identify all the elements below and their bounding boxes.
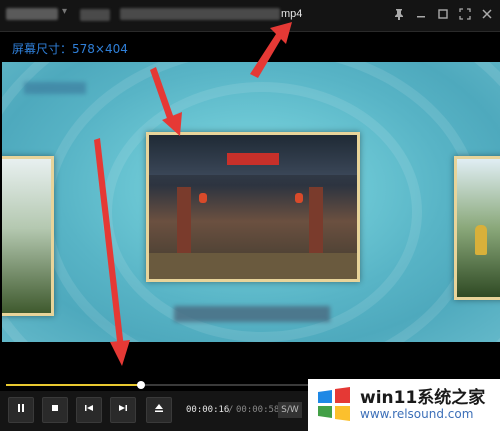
previous-icon: [85, 405, 93, 411]
eject-icon: [155, 404, 163, 412]
pause-button[interactable]: [8, 397, 34, 423]
brand-name: win11系统之家: [360, 388, 486, 408]
previous-button[interactable]: [76, 397, 102, 423]
time-separator: /: [228, 405, 234, 415]
time-total: 00:00:58: [236, 405, 280, 415]
annotation-arrows: [94, 22, 292, 366]
stop-icon: [52, 405, 58, 411]
arrow-to-title: [250, 22, 292, 78]
progress-fill: [6, 384, 141, 386]
windows-logo-icon: [318, 387, 350, 421]
next-icon: [119, 405, 127, 411]
arrow-to-photo: [150, 67, 182, 136]
arrow-to-progress: [94, 138, 130, 366]
eject-button[interactable]: [146, 397, 172, 423]
next-button[interactable]: [110, 397, 136, 423]
speed-button[interactable]: S/W: [278, 402, 302, 418]
brand-watermark: win11系统之家 www.relsound.com: [308, 379, 500, 431]
stop-button[interactable]: [42, 397, 68, 423]
time-current: 00:00:16: [186, 405, 230, 415]
progress-knob[interactable]: [136, 381, 145, 389]
brand-url: www.relsound.com: [360, 407, 474, 421]
pause-icon: [18, 404, 24, 412]
